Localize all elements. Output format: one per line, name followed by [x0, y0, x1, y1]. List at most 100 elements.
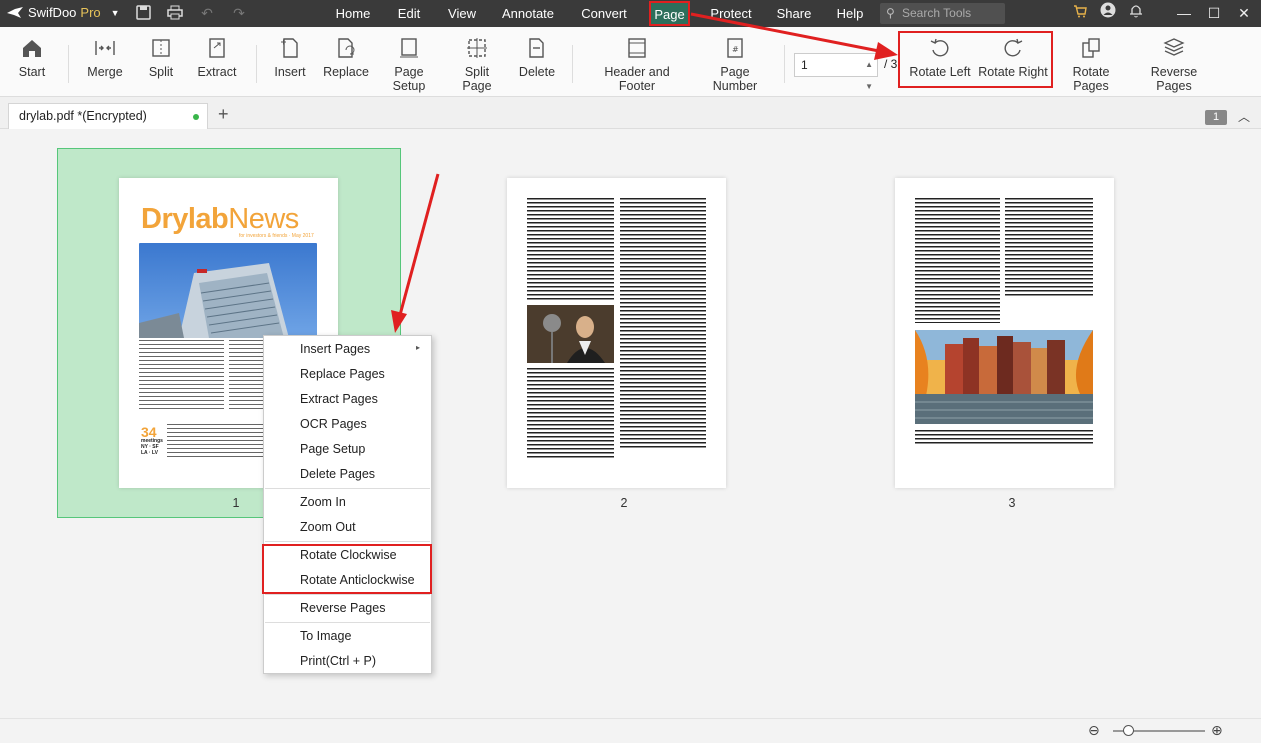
unsaved-dot-icon [193, 114, 199, 120]
rotate-buttons-highlight [898, 31, 1053, 88]
menu-divider [265, 541, 430, 542]
header-footer-button[interactable]: Header and Footer [586, 37, 688, 93]
page-total: / 3 [884, 57, 898, 71]
zoom-out-icon[interactable]: ⊖ [1088, 722, 1100, 739]
menu-share[interactable]: Share [772, 0, 816, 27]
zoom-in-icon[interactable]: ⊕ [1211, 722, 1223, 739]
extract-button[interactable]: Extract [196, 37, 238, 79]
menu-item-page-setup[interactable]: Page Setup [300, 439, 365, 459]
menu-page[interactable]: Page [649, 1, 690, 26]
page2-text-col-right [620, 198, 706, 448]
user-avatar-icon[interactable] [1096, 0, 1120, 27]
drylab-news-logo: DrylabNews [141, 203, 299, 236]
delete-button[interactable]: Delete [518, 37, 556, 79]
toolbar-divider [784, 45, 785, 83]
save-icon[interactable] [134, 5, 152, 22]
maximize-icon[interactable]: ☐ [1202, 0, 1226, 27]
stat-cities-2: LA · LV [141, 450, 158, 456]
page-spinner-icon[interactable]: ▲ ▼ [865, 54, 873, 98]
split-page-button[interactable]: Split Page [449, 37, 505, 93]
page-thumbnail-2[interactable] [507, 178, 726, 488]
minimize-icon[interactable]: — [1172, 0, 1196, 27]
rotate-pages-label: Rotate Pages [1072, 65, 1110, 93]
split-button[interactable]: Split [144, 37, 178, 79]
menu-home[interactable]: Home [330, 0, 376, 27]
menu-item-reverse-pages[interactable]: Reverse Pages [300, 598, 385, 618]
cart-icon[interactable] [1068, 0, 1092, 27]
search-icon: ⚲ [886, 6, 895, 20]
menu-divider [265, 622, 430, 623]
page2-text-col-left-top [527, 198, 614, 300]
search-tools-input[interactable]: ⚲ Search Tools [880, 3, 1005, 24]
menu-item-extract-pages[interactable]: Extract Pages [300, 389, 378, 409]
page-number-icon: # [727, 38, 743, 58]
page-setup-icon [400, 38, 418, 58]
reverse-pages-button[interactable]: Reverse Pages [1135, 37, 1213, 93]
collapse-chevron-up-icon[interactable]: ︿ [1238, 108, 1250, 125]
meetings-caption: meetings NY · SF LA · LV [141, 438, 163, 456]
page-number-button[interactable]: # Page Number [697, 37, 773, 93]
document-tab-title: drylab.pdf *(Encrypted) [19, 109, 147, 123]
page-number-field[interactable]: 1 ▲ ▼ [794, 53, 878, 91]
menu-edit[interactable]: Edit [390, 0, 428, 27]
article-text-left [139, 340, 224, 412]
print-icon[interactable] [166, 5, 184, 22]
insert-button[interactable]: Insert [272, 37, 308, 79]
menu-item-zoom-out[interactable]: Zoom Out [300, 517, 356, 537]
split-label: Split [148, 65, 174, 79]
home-icon [23, 40, 41, 57]
document-tab[interactable]: drylab.pdf *(Encrypted) [8, 103, 208, 129]
split-page-label: Split Page [462, 65, 492, 93]
insert-page-icon [281, 38, 298, 58]
rotate-pages-button[interactable]: Rotate Pages [1055, 37, 1127, 93]
svg-text:#: # [732, 45, 739, 54]
undo-icon[interactable]: ↶ [198, 5, 216, 22]
menu-annotate[interactable]: Annotate [498, 0, 558, 27]
menu-item-replace-pages[interactable]: Replace Pages [300, 364, 385, 384]
menu-item-zoom-in[interactable]: Zoom In [300, 492, 346, 512]
app-logo[interactable]: SwifDoo Pro ▼ [6, 5, 120, 20]
start-button[interactable]: Start [16, 37, 48, 79]
page3-text-col-left [915, 198, 1000, 323]
header-footer-icon [628, 38, 646, 58]
new-tab-plus-icon[interactable]: + [218, 104, 229, 125]
merge-icon [95, 41, 115, 55]
replace-button[interactable]: Replace [322, 37, 370, 79]
menu-item-insert-pages[interactable]: Insert Pages [300, 339, 370, 359]
delete-label: Delete [518, 65, 556, 79]
close-icon[interactable]: ✕ [1232, 0, 1256, 27]
menu-item-print[interactable]: Print(Ctrl + P) [300, 651, 376, 671]
amsterdam-canal-photo [915, 330, 1093, 424]
menu-divider [265, 594, 430, 595]
start-label: Start [18, 65, 46, 79]
menu-convert[interactable]: Convert [574, 0, 634, 27]
rotate-pages-icon [1082, 38, 1100, 58]
page-toolbar: Start Merge Split Extract Insert Replace… [0, 27, 1261, 97]
menu-view[interactable]: View [442, 0, 482, 27]
notification-bell-icon[interactable] [1124, 0, 1148, 27]
swifdoo-bird-icon [7, 6, 23, 18]
zoom-slider-handle[interactable] [1123, 725, 1134, 736]
menu-help[interactable]: Help [830, 0, 870, 27]
menu-item-to-image[interactable]: To Image [300, 626, 351, 646]
brand-part-b: News [228, 203, 299, 235]
page-context-menu: Insert Pages ▸ Replace Pages Extract Pag… [263, 335, 432, 674]
page-thumbnail-3[interactable] [895, 178, 1114, 488]
search-placeholder: Search Tools [902, 6, 972, 20]
replace-page-icon [338, 38, 355, 58]
rotate-menu-highlight [262, 544, 432, 594]
toolbar-divider [68, 45, 69, 83]
menu-protect[interactable]: Protect [704, 0, 758, 27]
reverse-pages-icon [1163, 38, 1185, 56]
app-menu-dropdown-icon[interactable]: ▼ [111, 8, 120, 18]
menu-divider [265, 488, 430, 489]
status-bar [0, 718, 1261, 743]
menu-item-delete-pages[interactable]: Delete Pages [300, 464, 375, 484]
page2-text-col-left-bottom [527, 368, 614, 460]
merge-label: Merge [87, 65, 123, 79]
app-name: SwifDoo [28, 5, 77, 20]
redo-icon[interactable]: ↷ [230, 5, 248, 22]
merge-button[interactable]: Merge [84, 37, 126, 79]
page-setup-button[interactable]: Page Setup [378, 37, 440, 93]
menu-item-ocr-pages[interactable]: OCR Pages [300, 414, 367, 434]
